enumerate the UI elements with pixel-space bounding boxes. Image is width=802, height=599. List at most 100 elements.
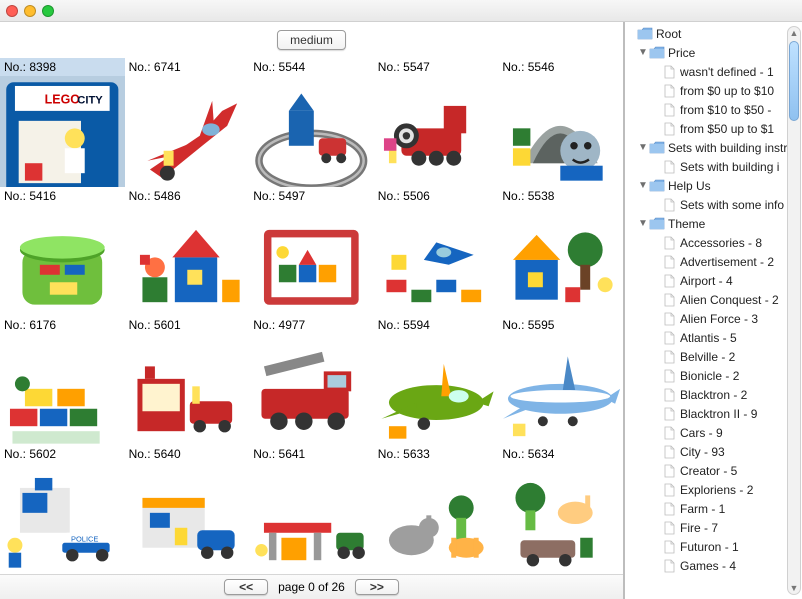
thumbnail-grid: No.: 8398LEGO CITYNo.: 6741No.: 5544No.:… [0, 58, 623, 573]
size-button[interactable]: medium [277, 30, 346, 50]
thumbnail-cell[interactable]: No.: 5546 [498, 58, 623, 187]
toolbar: medium [0, 22, 623, 58]
thumbnail-cell[interactable]: No.: 5544 [249, 58, 374, 187]
spacer-icon [649, 389, 661, 401]
spacer-icon [649, 351, 661, 363]
tree-item[interactable]: City - 93 [625, 443, 802, 460]
disclosure-arrow-icon[interactable]: ▼ [637, 180, 649, 192]
thumbnail-image [249, 205, 374, 316]
thumbnail-image [0, 205, 125, 316]
window-zoom-button[interactable] [42, 5, 54, 17]
spacer-icon [649, 294, 661, 306]
tree-label: Creator - 5 [680, 464, 737, 478]
tree-item[interactable]: Exploriens - 2 [625, 481, 802, 498]
thumbnail-cell[interactable]: No.: 5640 [125, 445, 250, 574]
scroll-up-icon[interactable]: ▲ [789, 27, 800, 39]
spacer-icon [649, 503, 661, 515]
thumbnail-cell[interactable]: No.: 5601 [125, 316, 250, 445]
tree-label: Fire - 7 [680, 521, 718, 535]
thumbnail-cell[interactable]: No.: 5486 [125, 187, 250, 316]
thumbnail-label: No.: 5641 [249, 445, 374, 463]
tree-root[interactable]: Root [625, 25, 802, 42]
tree-label: from $0 up to $10 [680, 84, 774, 98]
tree-label: Alien Conquest - 2 [680, 293, 779, 307]
tree-item[interactable]: Airport - 4 [625, 272, 802, 289]
spacer-icon [625, 28, 637, 40]
thumbnail-cell[interactable]: No.: 6176 [0, 316, 125, 445]
thumbnail-cell[interactable]: No.: 5633 [374, 445, 499, 574]
thumbnail-cell[interactable]: No.: 4977 [249, 316, 374, 445]
thumbnail-label: No.: 5594 [374, 316, 499, 334]
tree-item[interactable]: Blacktron II - 9 [625, 405, 802, 422]
tree-folder[interactable]: ▼Sets with building instr [625, 139, 802, 156]
spacer-icon [649, 332, 661, 344]
thumbnail-image [125, 334, 250, 445]
window-close-button[interactable] [6, 5, 18, 17]
tree-item[interactable]: from $10 to $50 - [625, 101, 802, 118]
thumbnail-cell[interactable]: No.: 8398LEGO CITY [0, 58, 125, 187]
thumbnail-cell[interactable]: No.: 5594 [374, 316, 499, 445]
thumbnail-cell[interactable]: No.: 5641 [249, 445, 374, 574]
thumbnail-label: No.: 5546 [498, 58, 623, 76]
thumbnail-cell[interactable]: No.: 6741 [125, 58, 250, 187]
thumbnail-cell[interactable]: No.: 5602POLICE [0, 445, 125, 574]
tree-item[interactable]: Blacktron - 2 [625, 386, 802, 403]
tree-item[interactable]: Advertisement - 2 [625, 253, 802, 270]
thumbnail-label: No.: 6741 [125, 58, 250, 76]
thumbnail-cell[interactable]: No.: 5416 [0, 187, 125, 316]
tree-item[interactable]: Sets with some info [625, 196, 802, 213]
tree-item[interactable]: Futuron - 1 [625, 538, 802, 555]
window-minimize-button[interactable] [24, 5, 36, 17]
tree-folder[interactable]: ▼ Price [625, 44, 802, 61]
spacer-icon [649, 313, 661, 325]
tree-item[interactable]: Fire - 7 [625, 519, 802, 536]
tree-item[interactable]: Belville - 2 [625, 348, 802, 365]
tree-folder[interactable]: ▼ Theme [625, 215, 802, 232]
file-icon [661, 502, 677, 516]
spacer-icon [649, 522, 661, 534]
tree-label: Price [668, 46, 695, 60]
thumbnail-label: No.: 5547 [374, 58, 499, 76]
file-icon [661, 483, 677, 497]
thumbnail-cell[interactable]: No.: 5634 [498, 445, 623, 574]
disclosure-arrow-icon[interactable]: ▼ [637, 142, 649, 154]
scroll-thumb[interactable] [789, 41, 799, 121]
disclosure-arrow-icon[interactable]: ▼ [637, 218, 649, 230]
file-icon [661, 160, 677, 174]
scroll-down-icon[interactable]: ▼ [789, 582, 800, 594]
spacer-icon [649, 66, 661, 78]
thumbnail-cell[interactable]: No.: 5547 [374, 58, 499, 187]
tree-folder[interactable]: ▼Help Us [625, 177, 802, 194]
thumbnail-cell[interactable]: No.: 5497 [249, 187, 374, 316]
tree-item[interactable]: Creator - 5 [625, 462, 802, 479]
disclosure-arrow-icon[interactable]: ▼ [637, 47, 649, 59]
tree-item[interactable]: Games - 4 [625, 557, 802, 574]
tree-item[interactable]: Alien Conquest - 2 [625, 291, 802, 308]
folder-icon [649, 46, 665, 60]
tree-item[interactable]: from $0 up to $10 [625, 82, 802, 99]
folder-icon [649, 141, 665, 155]
next-page-button[interactable]: >> [355, 579, 399, 595]
tree-view[interactable]: Root ▼ Price wasn't defined - 1 from $0 up t… [625, 24, 802, 575]
prev-page-button[interactable]: << [224, 579, 268, 595]
thumbnail-cell[interactable]: No.: 5506 [374, 187, 499, 316]
folder-icon [649, 217, 665, 231]
tree-label: Theme [668, 217, 705, 231]
tree-item[interactable]: Alien Force - 3 [625, 310, 802, 327]
thumbnail-cell[interactable]: No.: 5538 [498, 187, 623, 316]
file-icon [661, 350, 677, 364]
thumbnail-image [125, 205, 250, 316]
tree-item[interactable]: Farm - 1 [625, 500, 802, 517]
tree-item[interactable]: Atlantis - 5 [625, 329, 802, 346]
thumbnail-cell[interactable]: No.: 5595 [498, 316, 623, 445]
sidebar-scrollbar[interactable]: ▲ ▼ [787, 26, 801, 595]
titlebar [0, 0, 802, 22]
tree-item[interactable]: Cars - 9 [625, 424, 802, 441]
tree-item[interactable]: Sets with building i [625, 158, 802, 175]
tree-item[interactable]: from $50 up to $1 [625, 120, 802, 137]
tree-item[interactable]: Bionicle - 2 [625, 367, 802, 384]
thumbnail-image [498, 463, 623, 574]
spacer-icon [649, 465, 661, 477]
tree-item[interactable]: wasn't defined - 1 [625, 63, 802, 80]
tree-item[interactable]: Accessories - 8 [625, 234, 802, 251]
